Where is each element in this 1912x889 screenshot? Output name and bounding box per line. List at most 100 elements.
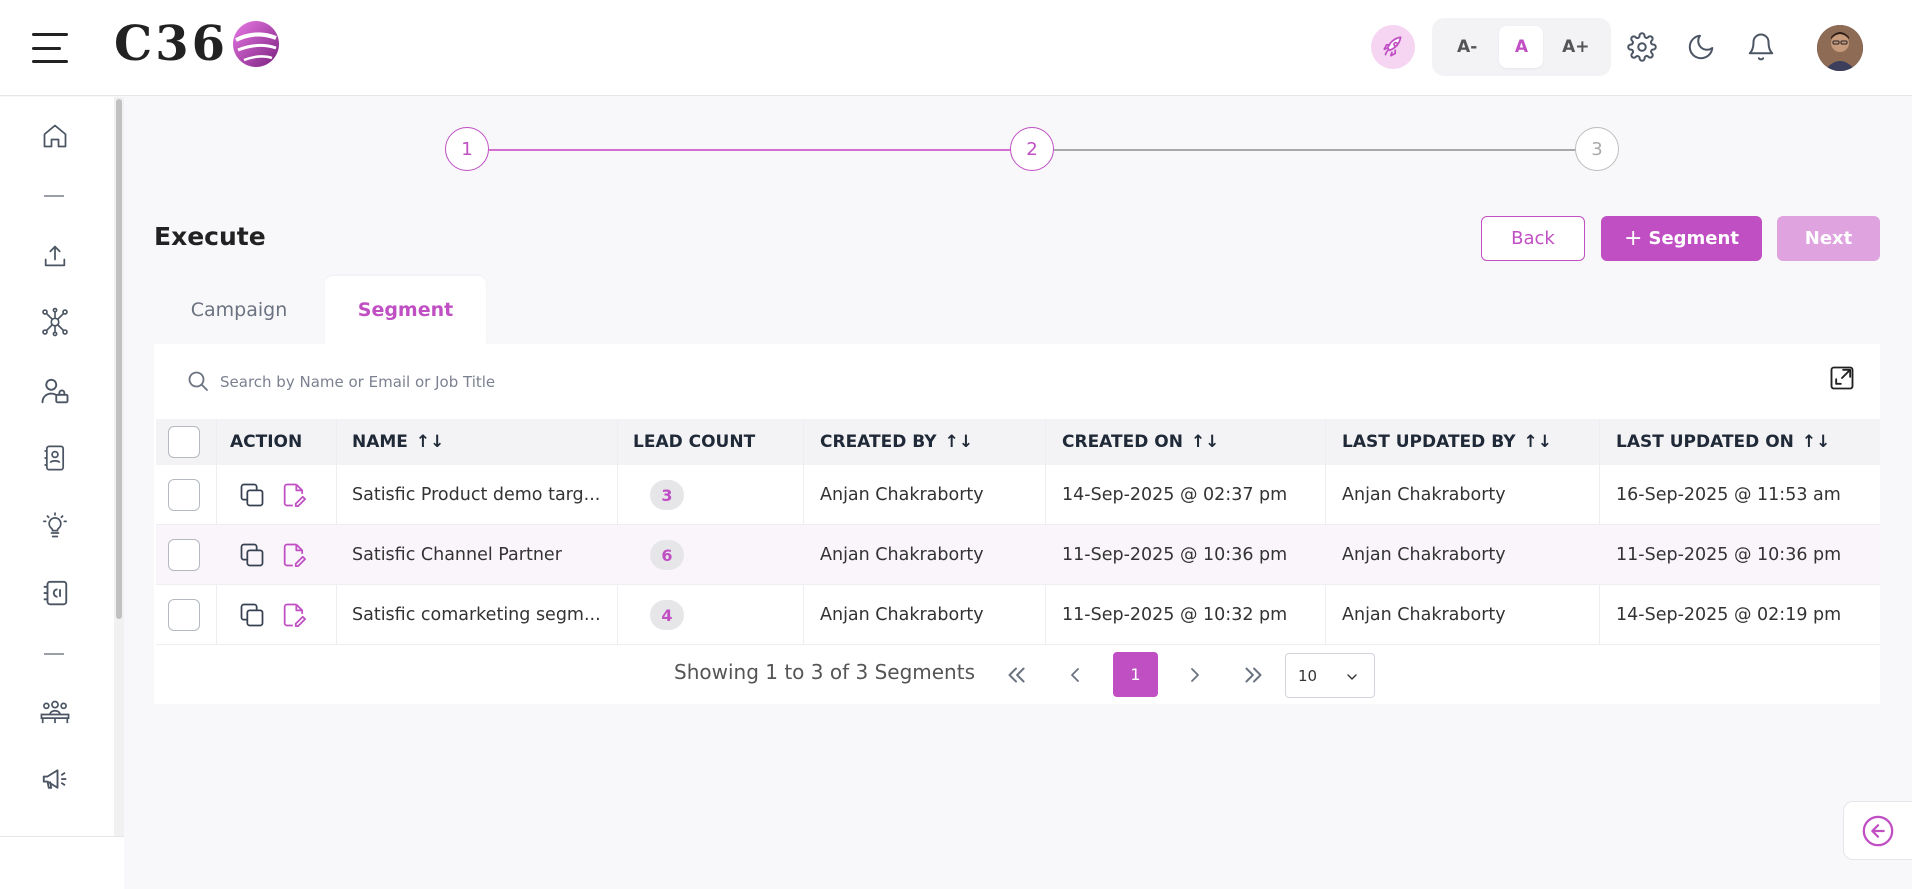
stepper-step-2[interactable]: 2 [1010, 127, 1054, 171]
lightbulb-icon[interactable] [36, 507, 74, 545]
page-title: Execute [154, 222, 266, 251]
arrow-left-circle-icon [1862, 815, 1894, 846]
column-header-created-on[interactable]: CREATED ON ↑↓ [1062, 419, 1219, 465]
created-by: Anjan Chakraborty [820, 485, 984, 505]
group-icon[interactable] [36, 693, 74, 731]
collapse-panel-button[interactable] [1843, 801, 1912, 860]
sidebar-divider [44, 653, 64, 655]
font-increase-button[interactable]: A+ [1554, 26, 1598, 68]
row-checkbox[interactable] [168, 599, 200, 631]
expand-icon[interactable] [1828, 364, 1856, 392]
search-icon [188, 371, 208, 391]
megaphone-icon[interactable] [36, 760, 74, 798]
next-page-icon[interactable] [1177, 655, 1213, 695]
last-updated-on: 16-Sep-2025 @ 11:53 am [1616, 485, 1841, 505]
column-header-last-updated-by-label: LAST UPDATED BY [1342, 432, 1516, 452]
table-header: ACTION NAME ↑↓ LEAD COUNT CREATED BY ↑↓ CR… [156, 419, 1880, 465]
add-segment-button[interactable]: + Segment [1601, 216, 1762, 261]
row-checkbox[interactable] [168, 539, 200, 571]
first-page-icon[interactable] [998, 655, 1034, 695]
sort-icon[interactable]: ↑↓ [945, 432, 974, 452]
segment-name[interactable]: Satisfic Channel Partner [352, 525, 562, 585]
created-by: Anjan Chakraborty [820, 545, 984, 565]
tab-segment[interactable]: Segment [325, 276, 486, 344]
copy-icon[interactable] [238, 601, 266, 629]
created-on: 11-Sep-2025 @ 10:36 pm [1062, 545, 1288, 565]
search-input[interactable] [220, 364, 1020, 400]
campaign-card-icon[interactable] [36, 574, 74, 612]
column-header-name-label: NAME [352, 432, 408, 452]
created-on: 14-Sep-2025 @ 02:37 pm [1062, 485, 1288, 505]
last-updated-by: Anjan Chakraborty [1342, 545, 1506, 565]
gear-icon[interactable] [1623, 28, 1661, 66]
last-updated-by: Anjan Chakraborty [1342, 605, 1506, 625]
stepper-step-3[interactable]: 3 [1575, 127, 1619, 171]
rocket-icon[interactable] [1371, 25, 1415, 69]
last-page-icon[interactable] [1236, 655, 1272, 695]
next-button[interactable]: Next [1777, 216, 1880, 261]
chevron-down-icon [1347, 674, 1357, 680]
sidebar-divider [44, 195, 64, 197]
upload-icon[interactable] [36, 237, 74, 275]
sidebar-footer [0, 836, 124, 889]
font-normal-button[interactable]: A [1499, 26, 1544, 68]
column-header-lead-count: LEAD COUNT [633, 432, 756, 452]
table-row[interactable]: Satisfic Channel Partner 6 Anjan Chakrab… [156, 525, 1880, 585]
page-size-value: 10 [1298, 666, 1318, 685]
column-header-created-by[interactable]: CREATED BY ↑↓ [820, 419, 973, 465]
segment-name[interactable]: Satisfic Product demo targ... [352, 465, 600, 525]
home-icon[interactable] [36, 117, 74, 155]
logo-globe-icon [233, 21, 279, 67]
sort-icon[interactable]: ↑↓ [1191, 432, 1220, 452]
segment-name[interactable]: Satisfic comarketing segm... [352, 585, 601, 645]
moon-icon[interactable] [1682, 28, 1720, 66]
font-size-controls: A- A A+ [1432, 18, 1611, 76]
network-icon[interactable] [36, 303, 74, 341]
tab-campaign[interactable]: Campaign [154, 276, 324, 344]
previous-page-icon[interactable] [1057, 655, 1093, 695]
column-header-created-on-label: CREATED ON [1062, 432, 1183, 452]
current-page-button[interactable]: 1 [1113, 652, 1158, 697]
contact-card-icon[interactable] [36, 439, 74, 477]
sidebar-scrollbar-thumb[interactable] [116, 99, 122, 619]
sort-icon[interactable]: ↑↓ [1802, 432, 1831, 452]
column-header-last-updated-by[interactable]: LAST UPDATED BY ↑↓ [1342, 419, 1552, 465]
avatar[interactable] [1817, 25, 1863, 71]
add-segment-label: Segment [1648, 228, 1739, 249]
page-size-select[interactable]: 10 [1285, 653, 1375, 698]
column-header-last-updated-on-label: LAST UPDATED ON [1616, 432, 1794, 452]
stepper-step-1[interactable]: 1 [445, 127, 489, 171]
column-header-action: ACTION [230, 432, 303, 452]
column-header-last-updated-on[interactable]: LAST UPDATED ON ↑↓ [1616, 419, 1830, 465]
last-updated-on: 14-Sep-2025 @ 02:19 pm [1616, 605, 1842, 625]
column-header-created-by-label: CREATED BY [820, 432, 937, 452]
column-header-name[interactable]: NAME ↑↓ [352, 419, 444, 465]
copy-icon[interactable] [238, 481, 266, 509]
created-on: 11-Sep-2025 @ 10:32 pm [1062, 605, 1288, 625]
row-checkbox[interactable] [168, 479, 200, 511]
edit-icon[interactable] [280, 481, 308, 509]
pagination-summary: Showing 1 to 3 of 3 Segments [674, 660, 975, 684]
table-row[interactable]: Satisfic Product demo targ... 3 Anjan Ch… [156, 465, 1880, 525]
plus-icon: + [1624, 226, 1643, 251]
edit-icon[interactable] [280, 601, 308, 629]
sort-icon[interactable]: ↑↓ [416, 432, 445, 452]
stepper-line-completed [489, 149, 1010, 151]
bell-icon[interactable] [1742, 28, 1780, 66]
font-decrease-button[interactable]: A- [1445, 26, 1489, 68]
back-button[interactable]: Back [1481, 216, 1585, 261]
logo[interactable]: C36 [114, 14, 282, 74]
sort-icon[interactable]: ↑↓ [1524, 432, 1553, 452]
last-updated-by: Anjan Chakraborty [1342, 485, 1506, 505]
select-all-checkbox[interactable] [168, 426, 200, 458]
copy-icon[interactable] [238, 541, 266, 569]
logo-text: C36 [114, 16, 228, 72]
lead-count-badge: 6 [650, 540, 684, 570]
table-row[interactable]: Satisfic comarketing segm... 4 Anjan Cha… [156, 585, 1880, 645]
last-updated-on: 11-Sep-2025 @ 10:36 pm [1616, 545, 1842, 565]
lead-count-badge: 3 [650, 480, 684, 510]
menu-toggle-icon[interactable] [30, 30, 70, 66]
edit-icon[interactable] [280, 541, 308, 569]
top-header: C36 A- A A+ [0, 0, 1912, 96]
user-role-icon[interactable] [36, 372, 74, 410]
